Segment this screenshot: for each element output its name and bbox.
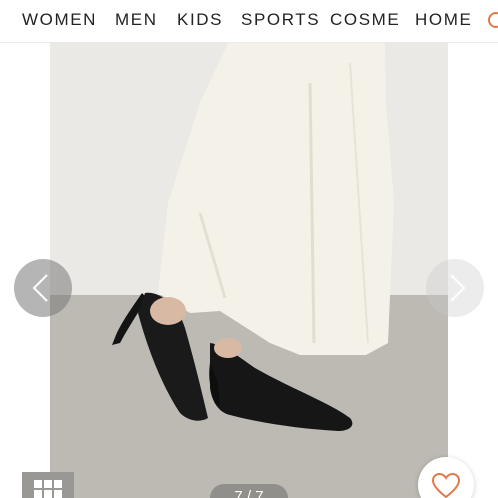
chevron-left-icon: [32, 274, 48, 302]
nav-item-women[interactable]: WOMEN: [22, 10, 97, 30]
nav-item-sports[interactable]: SPORTS: [241, 10, 320, 30]
next-image-button[interactable]: [426, 259, 484, 317]
product-image: [50, 43, 448, 498]
prev-image-button[interactable]: [14, 259, 72, 317]
image-counter: 7 / 7: [210, 484, 288, 498]
nav-item-men[interactable]: MEN: [115, 10, 158, 30]
heart-icon: [431, 472, 461, 498]
grid-icon: [34, 480, 62, 498]
favorite-button[interactable]: [418, 457, 474, 498]
product-gallery: 7 / 7: [0, 43, 498, 498]
category-nav: WOMEN MEN KIDS SPORTS COSME HOME: [0, 0, 498, 43]
nav-item-kids[interactable]: KIDS: [177, 10, 223, 30]
nav-item-home[interactable]: HOME: [415, 10, 472, 30]
product-photo-illustration: [112, 43, 394, 431]
chevron-right-icon: [450, 274, 466, 302]
thumbnail-grid-button[interactable]: [22, 472, 74, 498]
nav-item-cosme[interactable]: COSME: [330, 10, 400, 30]
partial-nav-icon[interactable]: [488, 12, 498, 28]
